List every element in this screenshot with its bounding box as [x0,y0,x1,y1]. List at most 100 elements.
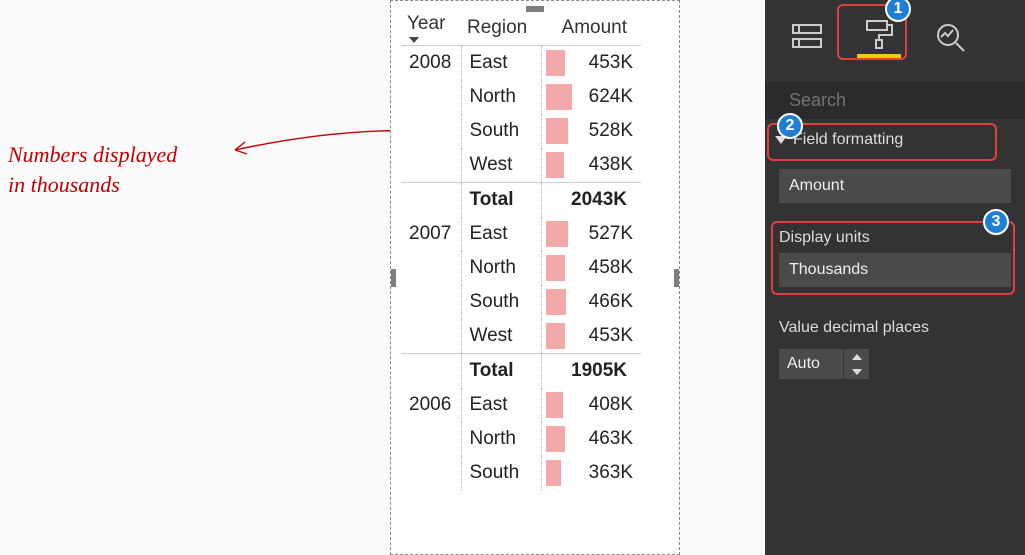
year-cell [401,114,461,148]
region-cell: East [461,388,541,422]
year-cell [401,456,461,490]
year-cell [401,80,461,114]
table-row[interactable]: North458K [401,251,641,285]
amount-text: 453K [589,52,633,73]
spinner-up[interactable] [844,349,869,364]
amount-text: 363K [589,462,633,483]
col-amount[interactable]: Amount [541,7,641,46]
data-bar [546,255,565,281]
col-region[interactable]: Region [461,7,541,46]
amount-cell: 463K [541,422,641,456]
year-cell: 2006 [401,388,461,422]
amount-cell: 466K [541,285,641,319]
region-cell: West [461,148,541,183]
amount-text: 624K [589,86,633,107]
amount-cell: 528K [541,114,641,148]
callout-3: 3 [983,209,1009,235]
data-bar [546,84,572,110]
total-row: Total2043K [401,183,641,218]
data-bar [546,289,566,315]
table-row[interactable]: North 624K [401,80,641,114]
amount-cell: 458K [541,251,641,285]
callout-1: 1 [885,0,911,22]
tab-analytics[interactable] [929,14,973,58]
decimal-label: Value decimal places [779,319,1011,343]
region-cell: West [461,319,541,354]
analytics-icon [934,19,968,53]
decimal-spinner[interactable]: Auto [779,349,869,379]
table-row[interactable]: South 528K [401,114,641,148]
total-label: Total [461,354,541,389]
triangle-down-icon [852,369,862,375]
triangle-up-icon [852,354,862,360]
data-bar [546,152,564,178]
search-bar[interactable] [765,82,1025,119]
col-year[interactable]: Year [401,7,461,46]
table-row[interactable]: 2008East 453K [401,46,641,81]
table-row[interactable]: West 438K [401,148,641,183]
data-bar [546,392,563,418]
fields-icon [790,19,824,53]
table-row[interactable]: North 463K [401,422,641,456]
total-amount: 2043K [541,183,641,218]
amount-text: 528K [589,120,633,141]
year-cell [401,319,461,354]
search-input[interactable] [789,90,1021,111]
year-cell [401,285,461,319]
year-cell [401,148,461,183]
year-cell [401,251,461,285]
amount-cell: 453K [541,46,641,81]
region-cell: East [461,46,541,81]
table-visual[interactable]: Year Region Amount 2008East453KNorth624K… [390,0,680,555]
amount-text: 408K [589,394,633,415]
region-cell: North [461,422,541,456]
format-pane: 1 Field formatting 2 Amount Display unit… [765,0,1025,555]
region-cell: South [461,456,541,490]
section-content: Amount Display units Thousands 3 Value d… [765,161,1025,383]
amount-cell: 363K [541,456,641,490]
amount-cell: 527K [541,217,641,251]
year-cell: 2007 [401,217,461,251]
tab-fields[interactable] [785,14,829,58]
amount-cell: 453K [541,319,641,354]
annotation-line1: Numbers displayed [8,142,177,167]
region-cell: East [461,217,541,251]
amount-text: 453K [589,325,633,346]
annotation-text: Numbers displayed in thousands [8,140,177,199]
year-cell [401,422,461,456]
resize-handle-left[interactable] [390,269,396,287]
data-bar [546,426,565,452]
callout-2: 2 [777,113,803,139]
table-row[interactable]: West 453K [401,319,641,354]
data-bar [546,50,565,76]
region-cell: South [461,285,541,319]
resize-handle-right[interactable] [674,269,680,287]
annotation-line2: in thousands [8,172,120,197]
data-bar [546,118,568,144]
total-label: Total [461,183,541,218]
amount-text: 466K [589,291,633,312]
year-cell: 2008 [401,46,461,81]
table-row[interactable]: 2007East 527K [401,217,641,251]
field-dropdown[interactable]: Amount [779,169,1011,203]
data-bar [546,323,565,349]
amount-cell: 408K [541,388,641,422]
data-bar [546,460,561,486]
amount-text: 463K [589,428,633,449]
data-table: Year Region Amount 2008East453KNorth624K… [401,7,641,490]
region-cell: South [461,114,541,148]
table-row[interactable]: 2006East 408K [401,388,641,422]
col-year-label: Year [407,13,445,34]
table-row[interactable]: South 466K [401,285,641,319]
amount-cell: 624K [541,80,641,114]
total-row: Total1905K [401,354,641,389]
spinner-buttons[interactable] [843,349,869,379]
amount-text: 438K [589,154,633,175]
region-cell: North [461,80,541,114]
total-amount: 1905K [541,354,641,389]
amount-text: 458K [589,257,633,278]
amount-cell: 438K [541,148,641,183]
amount-text: 527K [589,223,633,244]
table-row[interactable]: South 363K [401,456,641,490]
spinner-down[interactable] [844,364,869,379]
